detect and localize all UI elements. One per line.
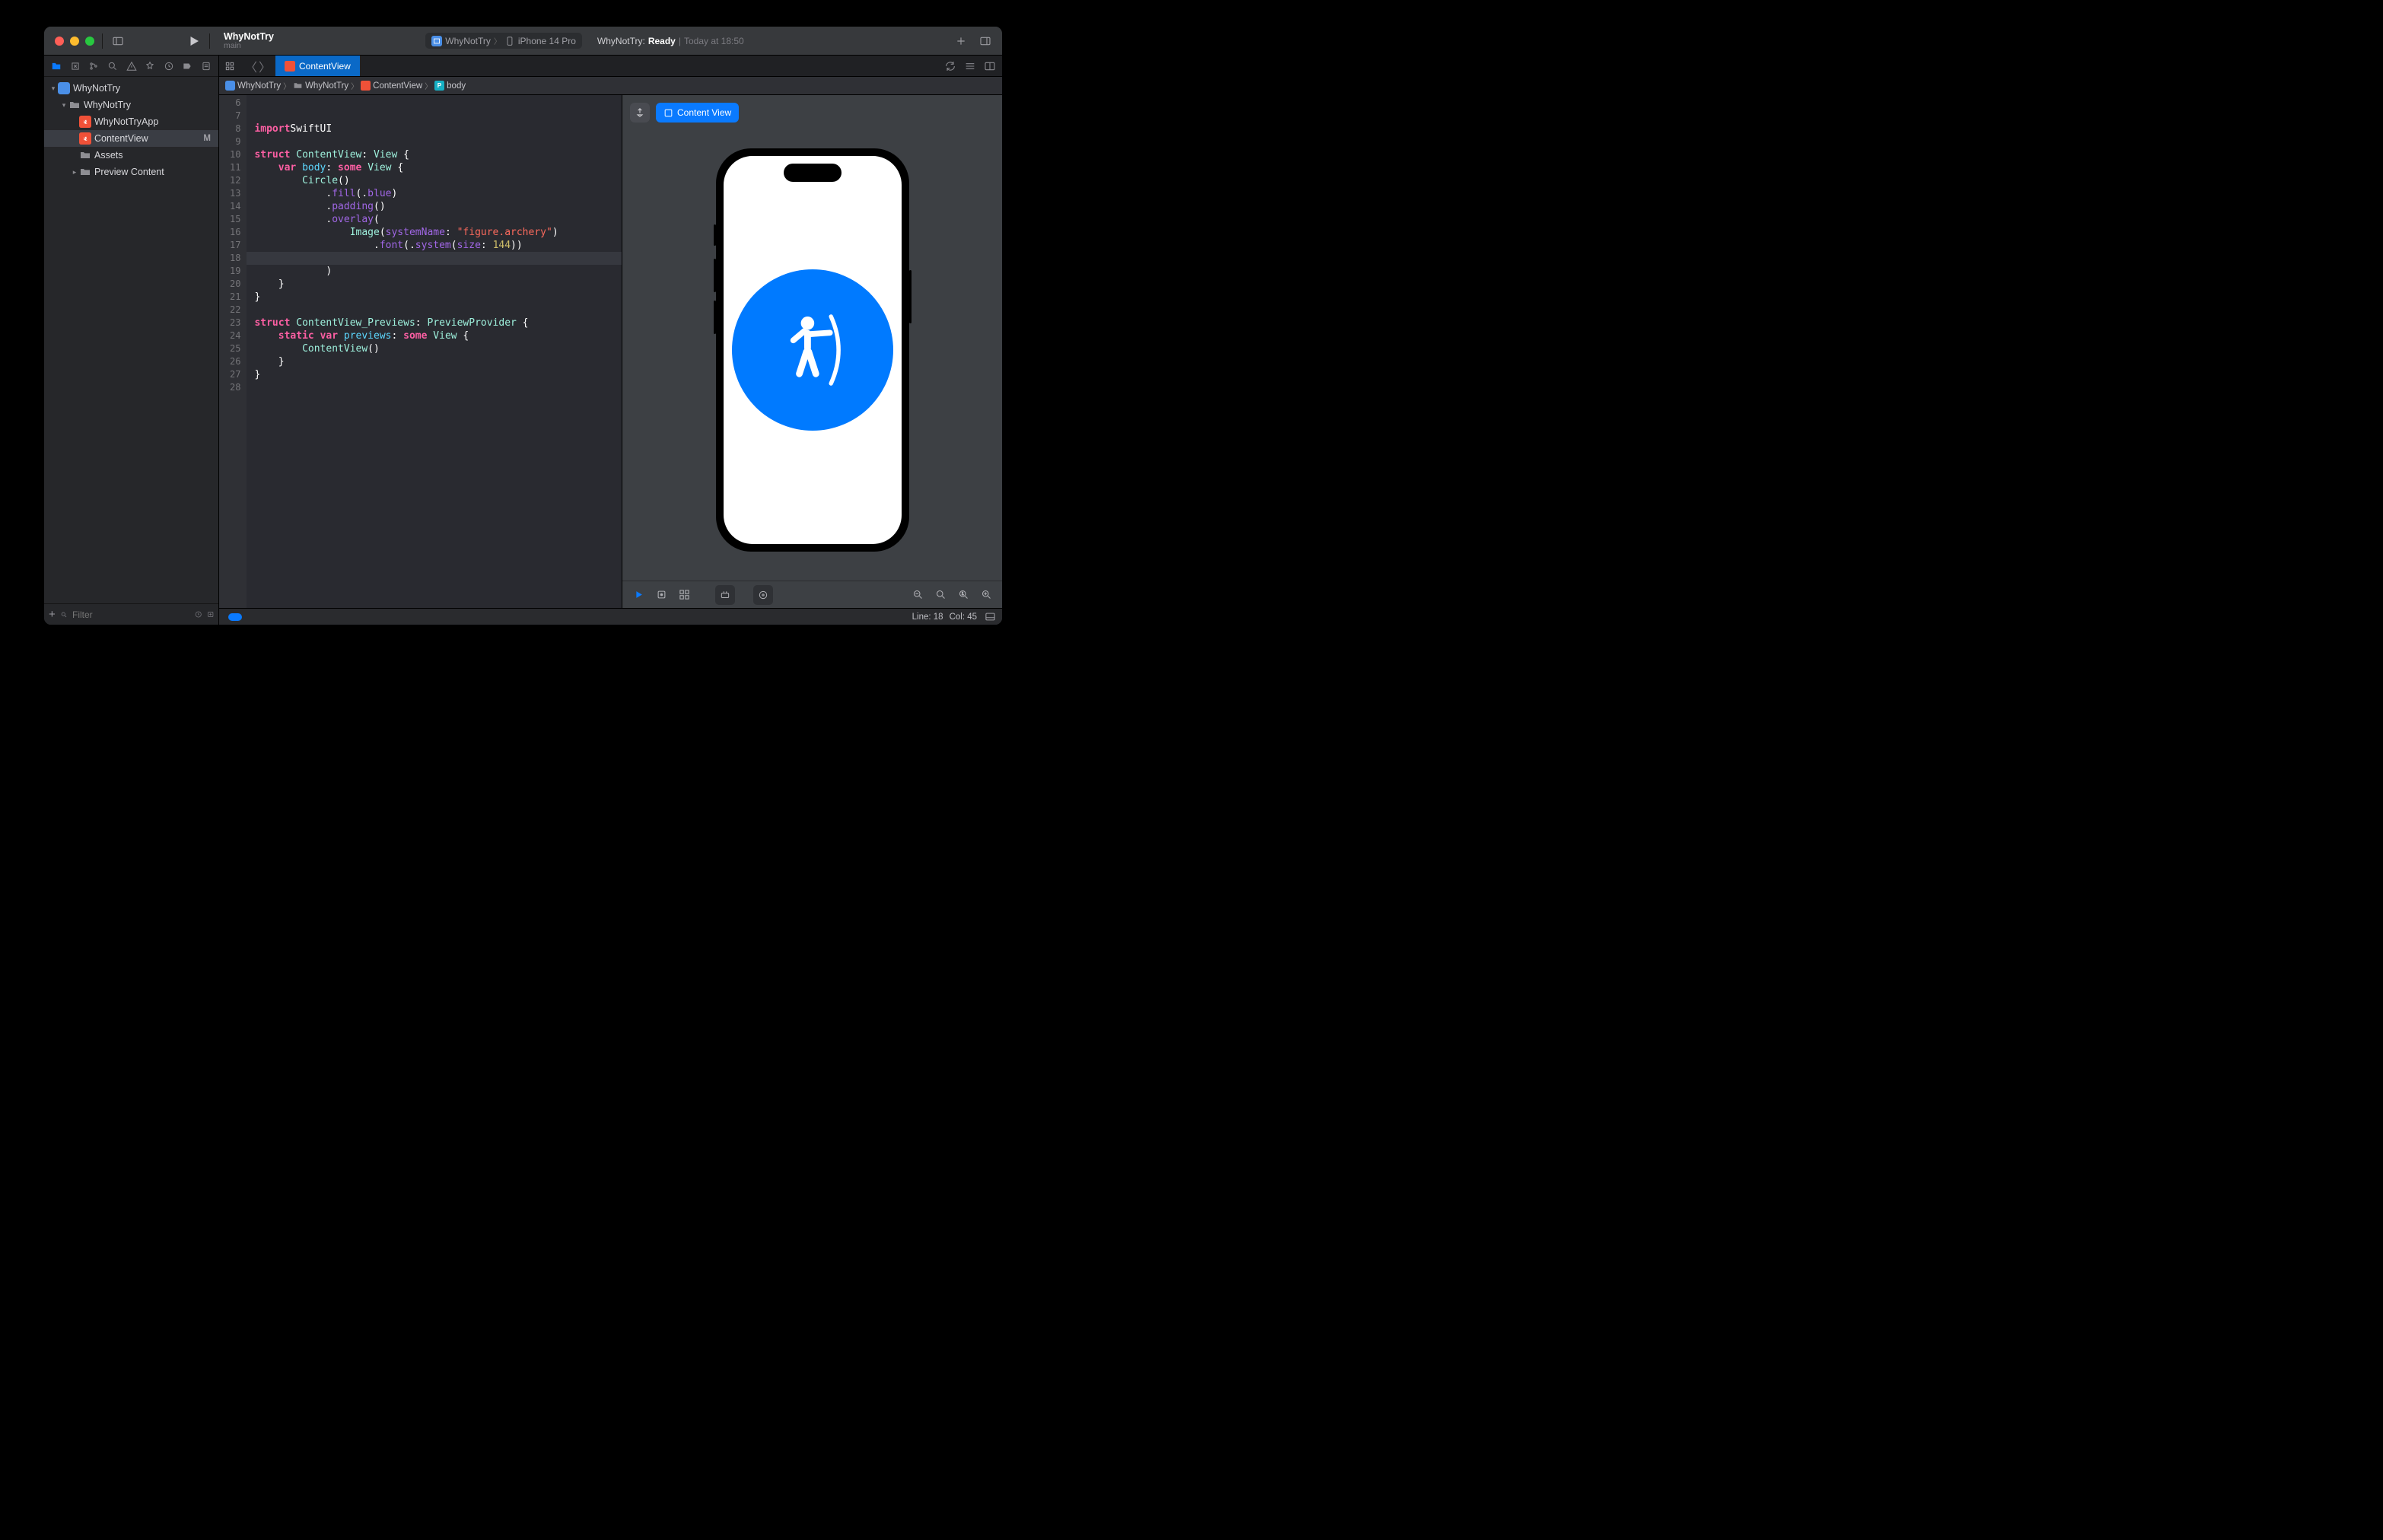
navigator-tabs xyxy=(44,56,218,77)
jump-bar[interactable]: WhyNotTry〉 WhyNotTry〉 ContentView〉 P bod… xyxy=(219,77,1002,95)
symbol-navigator-tab[interactable] xyxy=(84,61,103,72)
disclosure-triangle-icon[interactable]: ▾ xyxy=(59,101,68,110)
source-control-modified-badge: M xyxy=(203,134,214,143)
canvas-stage[interactable] xyxy=(622,95,1002,581)
variants-button[interactable] xyxy=(676,587,692,603)
breakpoint-navigator-tab[interactable] xyxy=(178,61,197,72)
titlebar: WhyNotTry main WhyNotTry 〉 iPhone 14 Pro… xyxy=(44,27,1002,56)
swift-file-icon xyxy=(285,61,295,72)
recent-icon[interactable] xyxy=(195,609,202,619)
traffic-lights xyxy=(44,37,94,46)
xcodeproj-icon xyxy=(58,82,70,94)
chevron-right-icon: 〉 xyxy=(494,35,501,46)
add-editor-button[interactable] xyxy=(984,60,996,72)
debug-navigator-tab[interactable] xyxy=(159,61,178,72)
source-control-navigator-tab[interactable] xyxy=(66,61,85,72)
line-gutter: 6789101112131415161718192021222324252627… xyxy=(219,95,247,608)
code-area[interactable]: importSwiftUI struct ContentView: View {… xyxy=(247,95,622,608)
navigator-filter-bar: + xyxy=(44,603,218,625)
zoom-out-button[interactable] xyxy=(909,587,926,603)
cursor-col: Col: 45 xyxy=(950,612,977,622)
run-button[interactable] xyxy=(186,33,202,49)
svg-text:P: P xyxy=(437,82,442,89)
zoom-fit-button[interactable] xyxy=(932,587,949,603)
window-zoom-button[interactable] xyxy=(85,37,94,46)
project-navigator-tab[interactable] xyxy=(47,61,66,72)
xcodeproj-icon xyxy=(225,81,235,91)
refresh-previews-button[interactable] xyxy=(944,60,956,72)
assets-icon xyxy=(79,149,91,161)
tree-file-assets[interactable]: Assets xyxy=(44,147,218,164)
folder-icon xyxy=(68,99,81,111)
window-minimize-button[interactable] xyxy=(70,37,79,46)
titlebar-title: WhyNotTry main xyxy=(218,31,425,50)
add-button[interactable] xyxy=(953,33,969,49)
live-preview-button[interactable] xyxy=(630,587,647,603)
selectable-preview-button[interactable] xyxy=(653,587,670,603)
report-navigator-tab[interactable] xyxy=(197,61,216,72)
editor-area: 〈 〉 ContentView WhyNotTry〉 WhyNotTry〉 xyxy=(219,56,1002,625)
app-icon xyxy=(431,36,442,46)
xcode-window: WhyNotTry main WhyNotTry 〉 iPhone 14 Pro… xyxy=(43,26,1003,625)
add-file-button[interactable]: + xyxy=(49,608,56,621)
adjust-editor-options-button[interactable] xyxy=(964,60,976,72)
folder-icon xyxy=(293,81,303,91)
device-icon xyxy=(504,36,515,46)
device-bezel xyxy=(716,148,909,552)
tree-folder-preview[interactable]: ▸ Preview Content xyxy=(44,164,218,180)
device-settings-button[interactable] xyxy=(717,587,733,603)
toggle-navigator-button[interactable] xyxy=(110,33,126,49)
svg-text:1: 1 xyxy=(961,592,963,597)
canvas-toolbar: 1 xyxy=(622,581,1002,608)
project-name: WhyNotTry xyxy=(224,31,274,42)
test-navigator-tab[interactable] xyxy=(141,61,160,72)
status-bar: Line: 18 Col: 45 xyxy=(219,608,1002,625)
editor-tab[interactable]: ContentView xyxy=(275,56,360,76)
disclosure-triangle-icon[interactable]: ▸ xyxy=(70,168,79,177)
device-screen xyxy=(724,156,902,544)
branch-name: main xyxy=(224,41,241,50)
related-items-button[interactable] xyxy=(219,56,240,76)
go-forward-button[interactable]: 〉 xyxy=(254,56,275,76)
scheme-selector[interactable]: WhyNotTry 〉 iPhone 14 Pro xyxy=(425,33,582,49)
scm-filter-icon[interactable] xyxy=(207,609,215,619)
toggle-debug-area-button[interactable] xyxy=(985,611,996,622)
find-navigator-tab[interactable] xyxy=(103,61,122,72)
folder-icon xyxy=(79,166,91,178)
tree-project-root[interactable]: ▾ WhyNotTry xyxy=(44,80,218,97)
swift-file-icon xyxy=(361,81,371,91)
disclosure-triangle-icon[interactable]: ▾ xyxy=(49,84,58,93)
window-close-button[interactable] xyxy=(55,37,64,46)
figure-archery-icon xyxy=(771,308,854,392)
debug-area-toggle-button[interactable] xyxy=(228,613,242,621)
preview-settings-button[interactable] xyxy=(755,587,772,603)
issue-navigator-tab[interactable] xyxy=(122,61,141,72)
source-editor[interactable]: 6789101112131415161718192021222324252627… xyxy=(219,95,622,608)
swift-file-icon xyxy=(79,116,91,128)
tab-bar: 〈 〉 ContentView xyxy=(219,56,1002,77)
preview-canvas: Content View xyxy=(622,95,1002,608)
activity-status: WhyNotTry: Ready | Today at 18:50 xyxy=(590,36,752,46)
tree-file-contentview[interactable]: ContentView M xyxy=(44,130,218,147)
navigator-pane: ▾ WhyNotTry ▾ WhyNotTry WhyNotTryApp Con… xyxy=(44,56,219,625)
project-tree: ▾ WhyNotTry ▾ WhyNotTry WhyNotTryApp Con… xyxy=(44,77,218,603)
pin-preview-button[interactable] xyxy=(630,103,650,123)
property-icon: P xyxy=(434,81,444,91)
filter-icon xyxy=(60,609,68,620)
preview-selector-pill[interactable]: Content View xyxy=(656,103,739,123)
cursor-line: Line: 18 xyxy=(912,612,943,622)
library-button[interactable] xyxy=(978,33,993,49)
zoom-in-button[interactable] xyxy=(978,587,994,603)
zoom-actual-button[interactable]: 1 xyxy=(955,587,972,603)
tree-file-app[interactable]: WhyNotTryApp xyxy=(44,113,218,130)
filter-input[interactable] xyxy=(72,609,190,620)
tree-group[interactable]: ▾ WhyNotTry xyxy=(44,97,218,113)
preview-icon xyxy=(663,108,673,118)
preview-circle xyxy=(732,269,893,431)
swift-file-icon xyxy=(79,132,91,145)
